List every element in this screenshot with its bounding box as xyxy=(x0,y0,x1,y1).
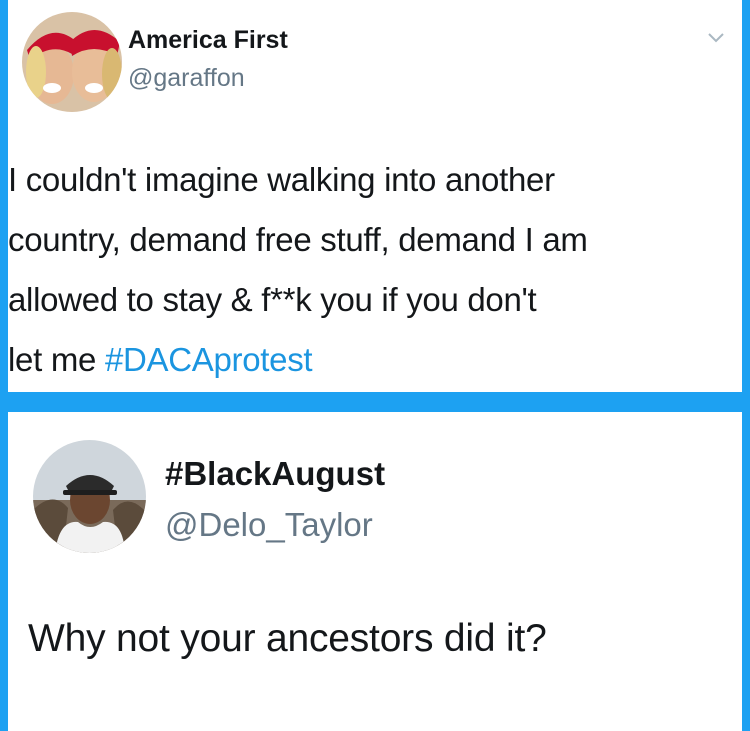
tweet-text: Why not your ancestors did it? xyxy=(28,617,547,660)
user-handle[interactable]: @Delo_Taylor xyxy=(165,506,373,544)
user-avatar-1[interactable] xyxy=(22,12,122,112)
user-handle[interactable]: @garaffon xyxy=(128,64,245,93)
tweet-text-line: allowed to stay & f**k you if you don't xyxy=(8,281,537,318)
tweet-text-line: let me xyxy=(8,341,105,378)
chevron-down-icon[interactable] xyxy=(706,28,726,48)
tweet-text: I couldn't imagine walking into another … xyxy=(8,150,748,390)
tweet-text-line: country, demand free stuff, demand I am xyxy=(8,221,588,258)
display-name[interactable]: America First xyxy=(128,26,288,55)
tweet-text-line: I couldn't imagine walking into another xyxy=(8,161,555,198)
display-name[interactable]: #BlackAugust xyxy=(165,455,385,493)
user-avatar-2[interactable] xyxy=(33,440,146,553)
hashtag-link[interactable]: #DACAprotest xyxy=(105,341,313,378)
